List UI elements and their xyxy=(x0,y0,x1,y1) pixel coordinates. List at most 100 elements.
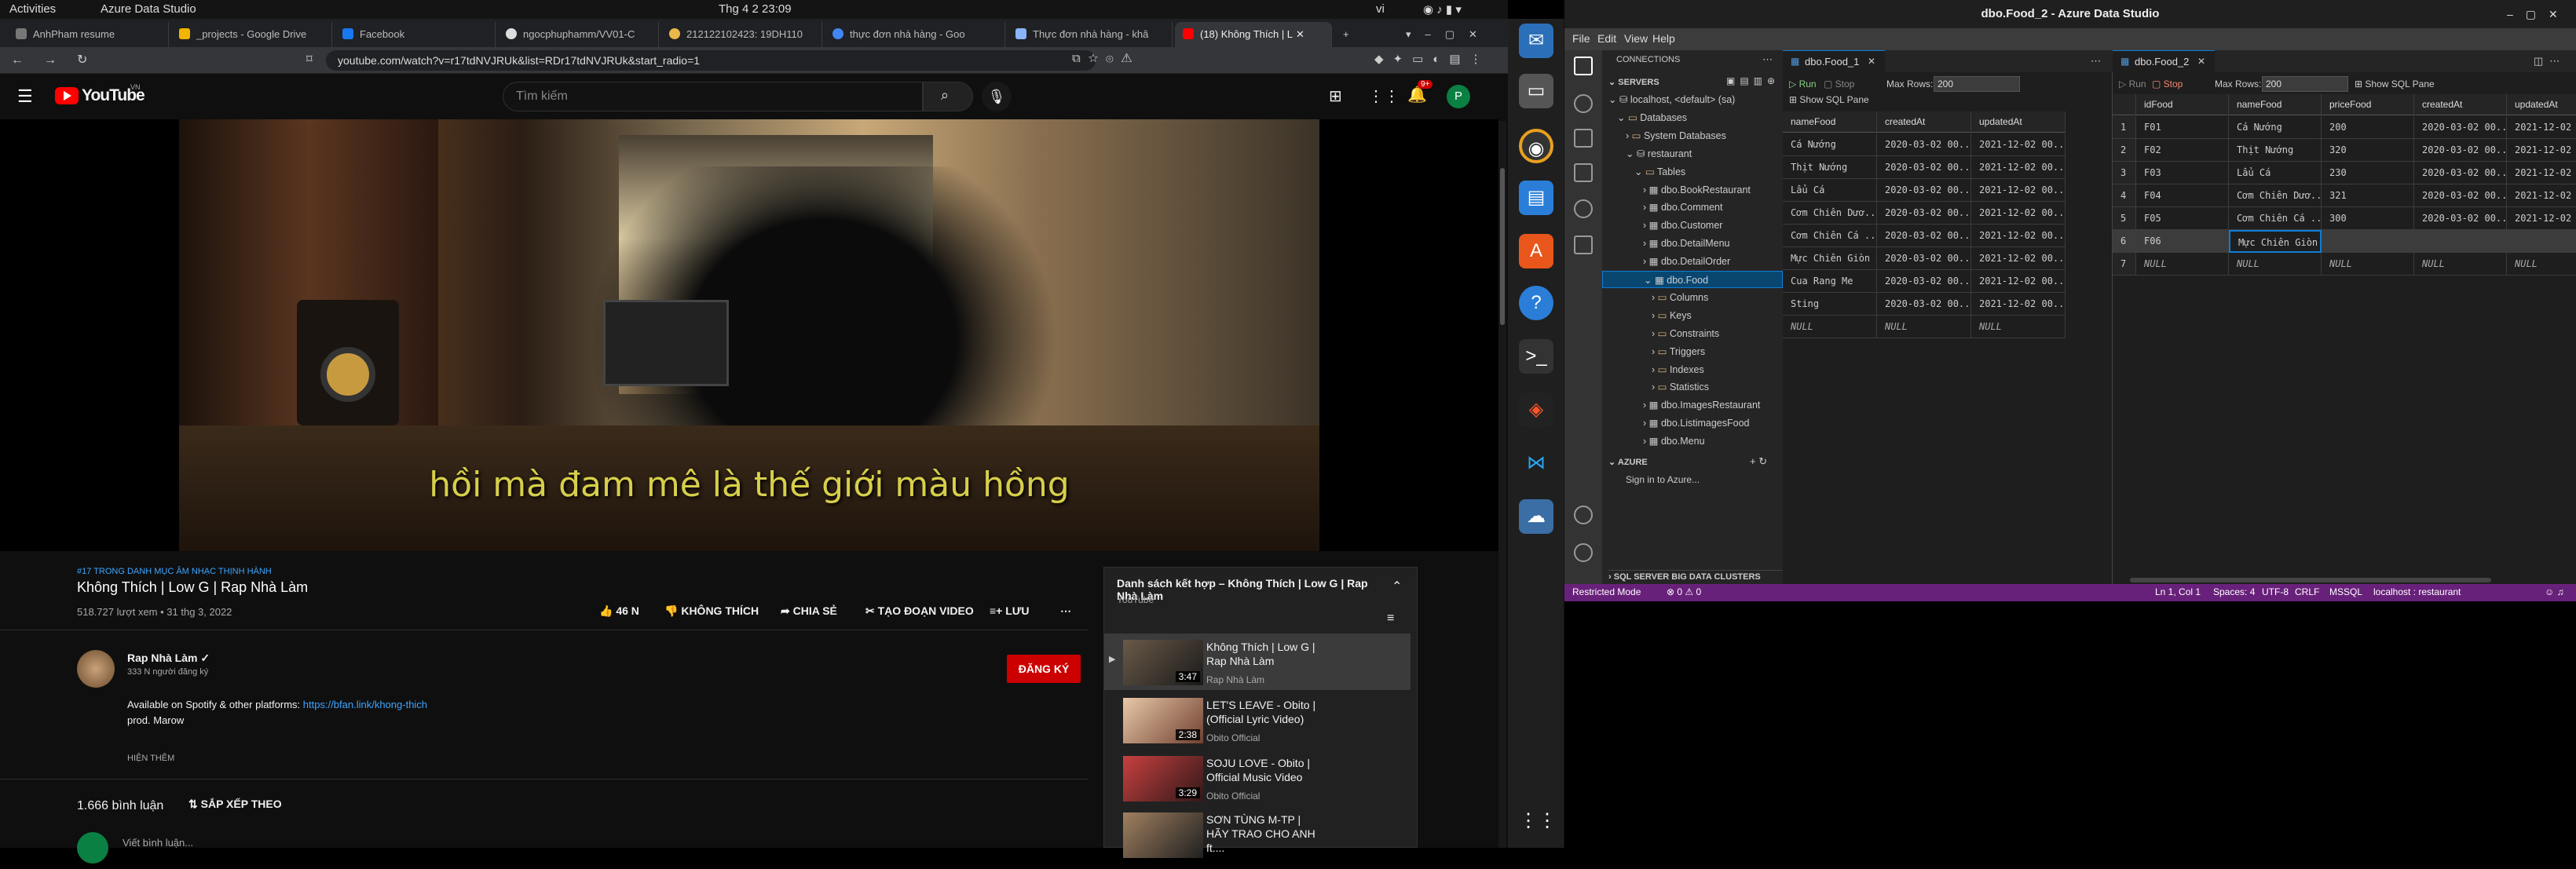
share-button[interactable]: ➦ CHIA SẺ xyxy=(781,597,837,625)
playlist-item[interactable]: 3:29 SOJU LOVE - Obito | Official Music … xyxy=(1118,756,1409,812)
thunderbird-icon[interactable]: ✉ xyxy=(1519,24,1553,58)
table-cell[interactable]: 2021-12-02 00... xyxy=(1971,247,2066,270)
table-cell[interactable]: 2020-03-02 00... xyxy=(1877,247,1971,270)
trending-tag[interactable]: #17 TRONG DANH MỤC ÂM NHẠC THỊNH HÀNH xyxy=(77,567,272,576)
tab-student[interactable]: 212122102423: 19DH110 xyxy=(661,22,822,47)
youtube-logo-icon[interactable] xyxy=(55,87,79,104)
split-more-icon[interactable]: ◫⋯ xyxy=(2534,55,2566,68)
column-header[interactable]: createdAt xyxy=(1877,111,1971,133)
stop-button[interactable]: ▢ Stop xyxy=(1824,79,1854,89)
tree-node[interactable]: ⌄ ▭ Tables xyxy=(1602,163,1783,181)
table-cell[interactable]: F06 xyxy=(2136,230,2229,253)
comment-input[interactable]: Viết bình luận... xyxy=(123,837,193,849)
notebook-icon[interactable] xyxy=(1574,129,1593,148)
column-header[interactable]: nameFood xyxy=(2229,94,2322,115)
mic-icon[interactable]: 🎙 xyxy=(982,82,1012,111)
menu-file[interactable]: File xyxy=(1572,32,1590,45)
new-tab-button[interactable]: + xyxy=(1335,22,1359,47)
input-lang[interactable]: vi xyxy=(1376,2,1385,16)
tree-node[interactable]: › ▭ Columns xyxy=(1602,289,1783,306)
channel-name[interactable]: Rap Nhà Làm ✓ xyxy=(127,652,210,665)
table-cell[interactable]: Thịt Nướng xyxy=(2229,139,2322,162)
row-number[interactable]: 2 xyxy=(2113,139,2136,162)
playlist-title[interactable]: Danh sách kết hợp – Không Thích | Low G … xyxy=(1117,577,1376,602)
tab-menu[interactable]: Thực đơn nhà hàng - khâ xyxy=(1008,22,1173,47)
run-button[interactable]: ▷ Run xyxy=(2119,79,2146,89)
chevron-right-icon[interactable]: › xyxy=(1652,346,1658,357)
more-icon[interactable]: ⋯ xyxy=(2091,55,2101,68)
chevron-right-icon[interactable]: › xyxy=(1652,364,1658,375)
tab-youtube[interactable]: (18) Không Thích | L ✕ xyxy=(1175,22,1332,47)
close-icon[interactable]: ✕ xyxy=(1296,28,1304,40)
tree-node[interactable]: › ▦ dbo.ImagesRestaurant xyxy=(1602,396,1783,414)
hamburger-icon[interactable]: ☰ xyxy=(17,86,33,107)
table-cell[interactable]: Lẩu Cá xyxy=(1783,179,1877,202)
more-icon[interactable]: ⋯ xyxy=(1762,53,1773,66)
tree-node[interactable]: › ▦ dbo.ListimagesFood xyxy=(1602,414,1783,432)
table-cell[interactable]: F04 xyxy=(2136,184,2229,207)
chevron-down-icon[interactable]: ⌄ xyxy=(1634,166,1645,177)
tree-node[interactable]: ⌄ ⛁ localhost, <default> (sa) xyxy=(1602,91,1783,108)
clip-button[interactable]: ✂ TẠO ĐOẠN VIDEO xyxy=(865,597,974,625)
table-cell[interactable]: 2021-12-02 xyxy=(2507,207,2576,230)
table-cell[interactable]: 2020-03-02 00... xyxy=(2414,162,2507,184)
table-cell[interactable]: 2021-12-02 00... xyxy=(1971,156,2066,179)
menu-help[interactable]: Help xyxy=(1652,32,1675,45)
playlist-options-icon[interactable]: ≡ xyxy=(1387,612,1394,626)
tree-node[interactable]: › ▭ Triggers xyxy=(1602,343,1783,360)
chevron-down-icon[interactable]: ⌄ xyxy=(1608,94,1619,105)
editing-cell[interactable]: Mực Chiên Giòn xyxy=(2229,230,2322,253)
chevron-right-icon[interactable]: › xyxy=(1643,220,1649,231)
search-icon[interactable] xyxy=(1574,94,1593,113)
column-header[interactable]: createdAt xyxy=(2414,94,2507,115)
table-cell[interactable]: 2020-03-02 00... xyxy=(1877,202,1971,225)
show-more-button[interactable]: HIỆN THÊM xyxy=(127,754,174,763)
table-cell[interactable]: NULL xyxy=(2322,253,2414,276)
chevron-right-icon[interactable]: › xyxy=(1643,418,1649,429)
table-cell[interactable]: 2020-03-02 00... xyxy=(2414,139,2507,162)
table-cell[interactable]: F05 xyxy=(2136,207,2229,230)
chevron-down-icon[interactable]: ⌄ xyxy=(1617,112,1628,123)
avatar[interactable]: P xyxy=(1447,85,1470,108)
description-link[interactable]: https://bfan.link/khong-thich xyxy=(303,699,427,710)
run-button[interactable]: ▷ Run xyxy=(1789,79,1817,89)
tree-node[interactable]: › ▦ dbo.DetailOrder xyxy=(1602,253,1783,270)
table-cell[interactable]: F01 xyxy=(2136,116,2229,139)
search-button[interactable]: ⌕ xyxy=(923,82,973,111)
table-cell[interactable]: 2020-03-02 00... xyxy=(1877,270,1971,293)
window-controls[interactable]: –▢✕ xyxy=(2507,8,2571,21)
table-cell[interactable]: 2020-03-02 00... xyxy=(2414,116,2507,139)
extensions-icon[interactable]: ⧉☆⊚⚠ xyxy=(1072,52,1140,65)
activities-button[interactable]: Activities xyxy=(9,2,56,16)
chevron-down-icon[interactable]: ⌄ xyxy=(1626,148,1637,159)
big-data-header[interactable]: › SQL SERVER BIG DATA CLUSTERS xyxy=(1608,570,1783,582)
chevron-right-icon[interactable]: › xyxy=(1652,310,1658,321)
tree-node[interactable]: › ▦ dbo.Menu xyxy=(1602,433,1783,450)
explorer-icon[interactable] xyxy=(1574,163,1593,182)
servers-header[interactable]: ⌄ SERVERS xyxy=(1608,77,1659,87)
table-cell[interactable]: 2021-12-02 00... xyxy=(1971,133,2066,156)
chevron-right-icon[interactable]: › xyxy=(1643,238,1649,249)
brave-icon[interactable]: ◈ xyxy=(1519,393,1553,427)
chevron-right-icon[interactable]: › xyxy=(1652,382,1658,393)
tab-github[interactable]: ngocphuphamm/VV01-C xyxy=(498,22,659,47)
tab-drive[interactable]: _projects - Google Drive xyxy=(171,22,332,47)
channel-avatar[interactable] xyxy=(77,650,115,688)
column-header[interactable]: updatedAt xyxy=(1971,111,2066,133)
wifi-icon[interactable]: ◉ ♪ ▮ ▾ xyxy=(1423,2,1462,16)
show-sql-pane-button[interactable]: ⊞ Show SQL Pane xyxy=(2355,79,2435,89)
cursor-position[interactable]: Ln 1, Col 1 xyxy=(2155,586,2201,597)
video-player[interactable]: hồi mà đam mê là thế giới màu hồng xyxy=(0,119,1498,551)
language-mode[interactable]: MSSQL xyxy=(2329,586,2362,597)
tree-node[interactable]: › ▦ dbo.DetailMenu xyxy=(1602,235,1783,252)
table-cell[interactable]: 2021-12-02 00... xyxy=(1971,225,2066,247)
table-cell[interactable]: NULL xyxy=(2229,253,2322,276)
close-icon[interactable]: ✕ xyxy=(1868,56,1875,67)
chevron-down-icon[interactable]: ⌄ xyxy=(1644,275,1655,286)
tree-node[interactable]: › ▭ Indexes xyxy=(1602,361,1783,378)
eol[interactable]: CRLF xyxy=(2295,586,2319,597)
column-header[interactable]: updatedAt xyxy=(2507,94,2576,115)
tree-node[interactable]: ⌄ ▦ dbo.Food xyxy=(1602,271,1783,288)
menu-view[interactable]: View xyxy=(1624,32,1648,45)
tree-node[interactable]: › ▭ Constraints xyxy=(1602,325,1783,342)
